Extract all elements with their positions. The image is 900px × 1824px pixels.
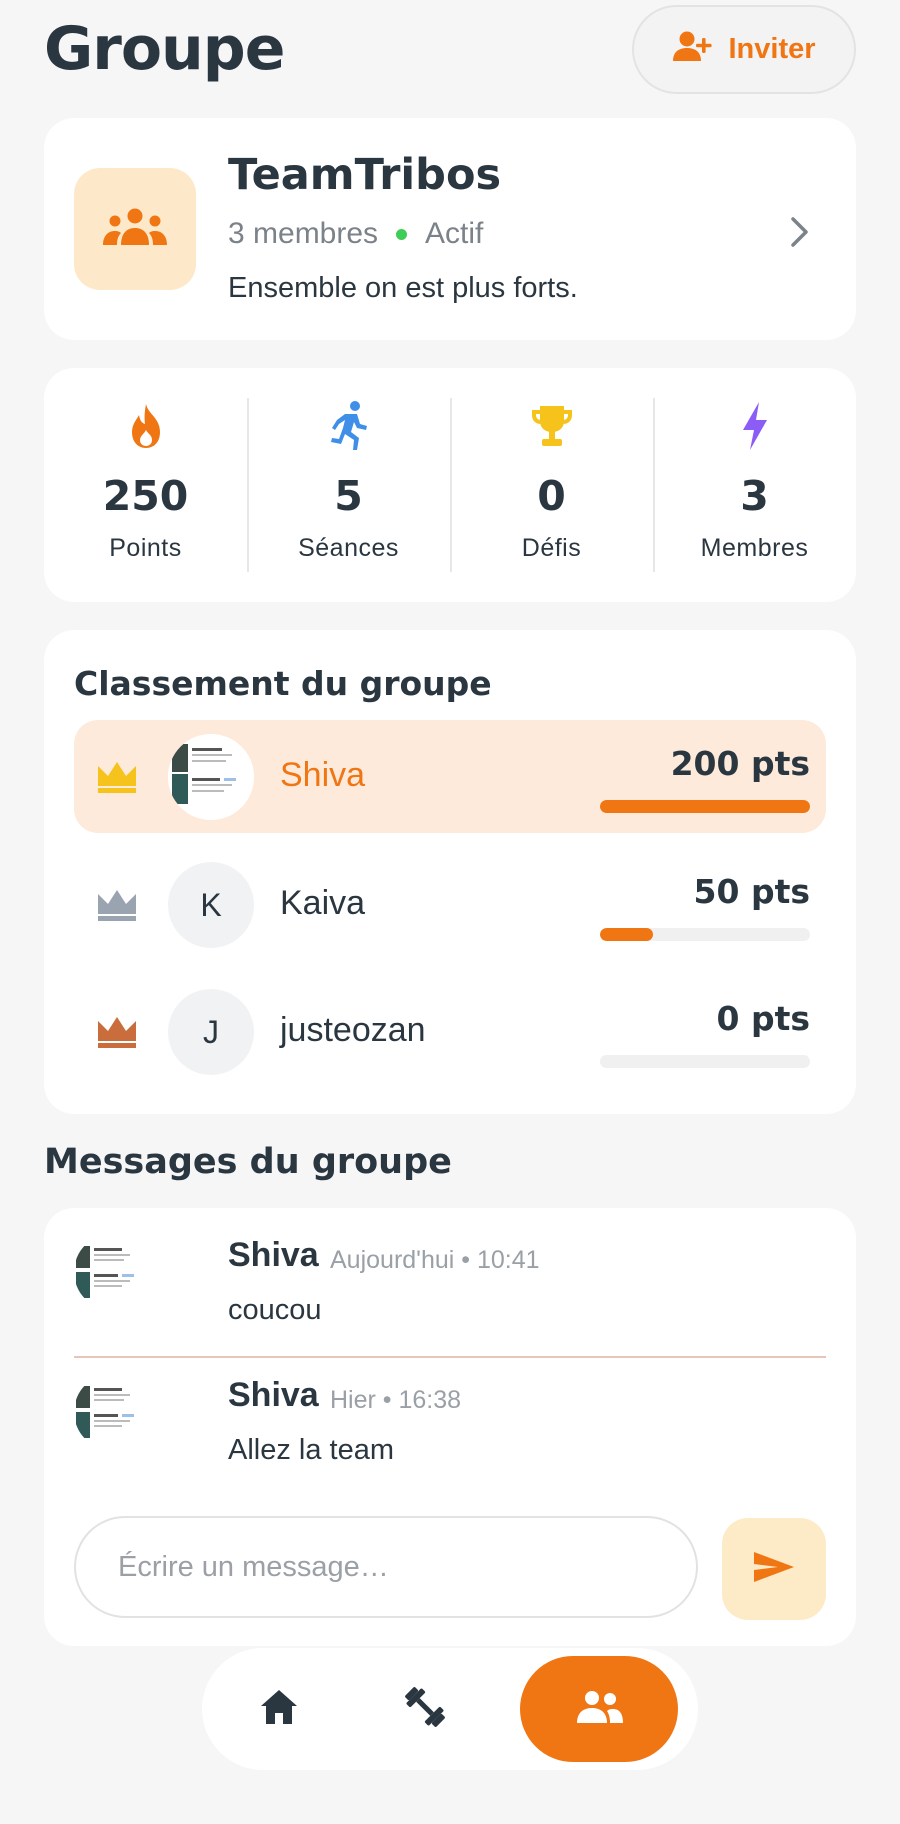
stat-points: 250 Points <box>44 398 247 572</box>
invite-label: Inviter <box>728 33 816 65</box>
progress-bar <box>600 1055 810 1068</box>
rank-points: 50 pts <box>693 872 810 911</box>
leaderboard-row[interactable]: Shiva 200 pts <box>74 720 826 833</box>
dumbbell-icon <box>401 1683 449 1736</box>
stat-label: Défis <box>521 534 582 562</box>
message-timestamp: Aujourd'hui • 10:41 <box>330 1246 540 1274</box>
leaderboard-row[interactable]: K Kaiva 50 pts <box>74 848 826 961</box>
stat-label: Séances <box>298 534 399 562</box>
rank-name: justeozan <box>280 1011 426 1049</box>
trophy-icon <box>529 400 575 452</box>
lightning-icon <box>740 400 770 452</box>
avatar: J <box>168 989 254 1075</box>
send-icon <box>752 1550 796 1589</box>
stat-sessions: 5 Séances <box>247 398 450 572</box>
status-dot <box>396 228 408 240</box>
group-name: TeamTribos <box>228 150 502 200</box>
messages-title: Messages du groupe <box>44 1142 452 1182</box>
group-icon <box>102 207 168 252</box>
fire-icon <box>126 400 166 452</box>
bottom-nav <box>202 1648 698 1770</box>
message-input[interactable] <box>76 1518 696 1616</box>
message-item: Shiva Aujourd'hui • 10:41 coucou <box>74 1208 826 1328</box>
members-count: 3 membres <box>228 217 379 250</box>
chevron-right-icon[interactable] <box>788 214 812 250</box>
leaderboard-row[interactable]: J justeozan 0 pts <box>74 975 826 1088</box>
rank-points: 200 pts <box>670 744 810 783</box>
nav-workouts[interactable] <box>388 1672 462 1746</box>
group-avatar <box>74 168 196 290</box>
avatar <box>74 1374 150 1450</box>
send-button[interactable] <box>722 1518 826 1620</box>
message-timestamp: Hier • 16:38 <box>330 1386 462 1414</box>
running-icon <box>327 400 371 452</box>
rank-name: Shiva <box>280 756 366 794</box>
group-icon <box>573 1689 625 1730</box>
group-meta: 3 membres Actif <box>228 217 483 251</box>
stat-label: Membres <box>700 534 809 562</box>
avatar <box>74 1234 150 1310</box>
crown-gold-icon <box>96 758 138 794</box>
crown-silver-icon <box>96 886 138 922</box>
stat-label: Points <box>109 534 182 562</box>
home-icon <box>259 1688 299 1731</box>
progress-bar <box>600 800 810 813</box>
stat-value: 0 <box>537 472 566 520</box>
stat-challenges: 0 Défis <box>450 398 653 572</box>
stat-value: 250 <box>102 472 189 520</box>
message-author: Shiva <box>228 1236 319 1274</box>
leaderboard-card: Classement du groupe Shiva 200 pts K Kai… <box>44 630 856 1114</box>
leaderboard-title: Classement du groupe <box>74 664 492 703</box>
progress-fill <box>600 800 810 813</box>
status-badge: Actif <box>425 217 484 250</box>
message-author: Shiva <box>228 1376 319 1414</box>
invite-button[interactable]: Inviter <box>632 5 856 94</box>
message-composer <box>74 1516 698 1618</box>
group-description: Ensemble on est plus forts. <box>228 272 578 304</box>
avatar: K <box>168 862 254 948</box>
message-item: Shiva Hier • 16:38 Allez la team <box>74 1348 826 1468</box>
stat-members: 3 Membres <box>653 398 856 572</box>
progress-bar <box>600 928 810 941</box>
rank-points: 0 pts <box>716 999 811 1038</box>
progress-fill <box>600 928 653 941</box>
stats-card: 250 Points 5 Séances 0 Défis 3 Membres <box>44 368 856 602</box>
rank-name: Kaiva <box>280 884 366 922</box>
crown-bronze-icon <box>96 1013 138 1049</box>
group-card[interactable]: TeamTribos 3 membres Actif Ensemble on e… <box>44 118 856 340</box>
add-user-icon <box>672 29 714 71</box>
stat-value: 5 <box>334 472 363 520</box>
stat-value: 3 <box>740 472 769 520</box>
avatar <box>168 734 254 820</box>
nav-group[interactable] <box>520 1656 678 1762</box>
page-title: Groupe <box>44 14 285 84</box>
header: Groupe Inviter <box>44 0 856 100</box>
nav-home[interactable] <box>242 1672 316 1746</box>
messages-card: Shiva Aujourd'hui • 10:41 coucou Shiva H… <box>44 1208 856 1646</box>
message-text: Allez la team <box>228 1434 395 1466</box>
message-text: coucou <box>228 1294 322 1326</box>
